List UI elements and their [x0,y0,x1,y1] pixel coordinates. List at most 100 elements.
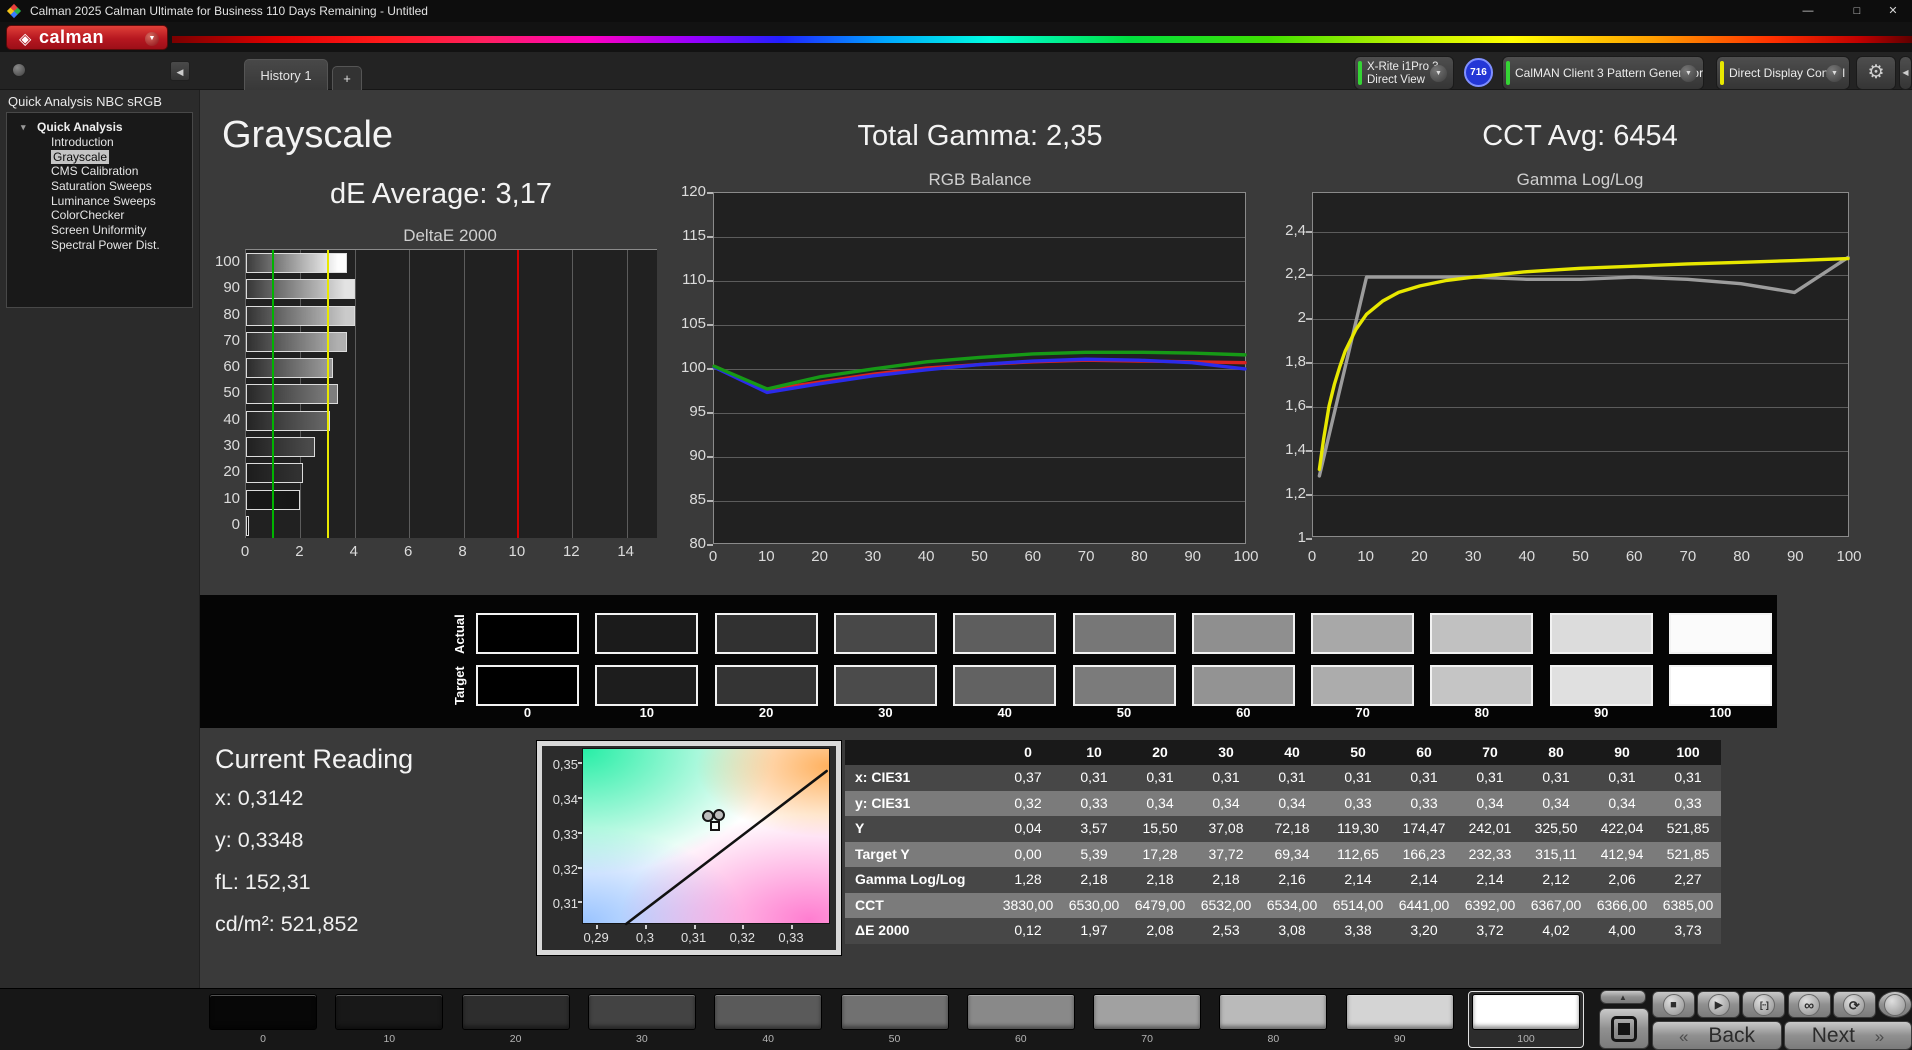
grayscale-swatch-band: Actual Target 0 10 20 30 40 50 60 70 80 90 100 [200,595,1777,728]
axis-tick-label: 0,33 [552,826,578,842]
actual-swatch-100 [1669,613,1772,654]
table-cell: 2,14 [1391,867,1457,893]
axis-tick-label: 0,31 [552,896,578,912]
sidebar-item-label[interactable]: Saturation Sweeps [51,179,152,193]
chevron-down-icon[interactable]: ▼ [1430,65,1447,82]
table-cell: 2,14 [1457,867,1523,893]
sidebar-item-label[interactable]: ColorChecker [51,208,124,222]
table-column-header: 70 [1457,740,1523,765]
sidebar-item-grayscale[interactable]: Grayscale [7,149,192,165]
pattern-level-button-60[interactable]: 60 [963,991,1079,1048]
pattern-swatch [1345,994,1454,1030]
pattern-level-label: 20 [509,1033,522,1045]
minimize-button[interactable]: — [1789,0,1827,22]
sidebar-item-spectral-power-dist[interactable]: Spectral Power Dist. [7,238,192,253]
sidebar-item-label[interactable]: CMS Calibration [51,164,138,178]
swatch-level-label: 70 [1355,705,1370,720]
sidebar-item-label[interactable]: Luminance Sweeps [51,194,156,208]
table-cell: 2,16 [1259,867,1325,893]
axis-tick-label: 100 [1836,548,1862,565]
swatch-level-label: 90 [1593,705,1609,720]
tab-add-button[interactable]: + [332,66,362,90]
table-column-header: 60 [1391,740,1457,765]
sidebar-item-introduction[interactable]: Introduction [7,135,192,150]
next-button[interactable]: Next » [1784,1021,1912,1050]
sidebar-item-label[interactable]: Spectral Power Dist. [51,238,160,252]
sidebar-item-saturation-sweeps[interactable]: Saturation Sweeps [7,179,192,194]
loop-icon: ∞ [1798,993,1821,1016]
sidebar-item-luminance-sweeps[interactable]: Luminance Sweeps [7,194,192,209]
target-swatch-50 [1072,665,1176,706]
pattern-generator-button[interactable]: CalMAN Client 3 Pattern Generator ▼ [1502,56,1704,90]
pattern-level-button-0[interactable]: 0 [205,991,321,1048]
pattern-level-button-30[interactable]: 30 [584,991,700,1048]
pattern-level-button-90[interactable]: 90 [1342,991,1458,1048]
chevron-down-icon[interactable]: ▼ [145,32,159,46]
pattern-level-button-40[interactable]: 40 [710,991,826,1048]
axis-tick-label: 2,2 [1285,265,1306,283]
tree-root-quick-analysis[interactable]: ▾ Quick Analysis [7,119,192,135]
pattern-swatch [335,994,444,1030]
table-cell: 3,20 [1391,918,1457,944]
measure-refresh-button[interactable]: ⟳ [1832,991,1876,1018]
settings-button[interactable]: ⚙ [1856,56,1896,90]
table-cell: 6392,00 [1457,892,1523,918]
sidebar-item-label[interactable]: Screen Uniformity [51,223,146,237]
sidebar-item-label[interactable]: Introduction [51,135,114,149]
measurement-point-icon [712,809,725,822]
maximize-button[interactable]: □ [1838,0,1876,22]
meter-selector-button[interactable]: X-Rite i1Pro 3 Direct View ▼ [1354,56,1454,90]
sidebar-item-colorchecker[interactable]: ColorChecker [7,208,192,223]
measure-play-button[interactable]: ▶ [1697,991,1741,1018]
deltae-bar [246,331,348,352]
display-control-button[interactable]: Direct Display Control ▼ [1716,56,1850,90]
sidebar-item-label[interactable]: Grayscale [51,149,110,164]
measure-continuous-button[interactable]: [··] [1742,991,1786,1018]
axis-tick-label: 2,4 [1285,221,1306,239]
pattern-level-button-10[interactable]: 10 [331,991,447,1048]
measure-loop-button[interactable]: ∞ [1787,991,1831,1018]
back-button[interactable]: « Back [1652,1021,1782,1050]
table-cell: 0,04 [995,816,1061,842]
axis-tick-label: 60 [1625,548,1643,565]
pattern-up-button[interactable]: ▲ [1600,990,1646,1004]
table-cell: 2,06 [1589,867,1655,893]
table-cell: 0,31 [1127,765,1193,791]
axis-tick-label: 8 [458,543,467,560]
measure-extra-button[interactable] [1878,991,1912,1018]
pattern-swatch [840,994,949,1030]
pattern-swatch [1219,994,1328,1030]
actual-row-label: Actual [452,614,467,654]
axis-tick-label: 80 [1131,548,1148,565]
pattern-window-button[interactable] [1599,1008,1649,1049]
measure-stop-button[interactable]: ■ [1652,991,1695,1018]
rgb-balance-chart [707,192,1247,546]
pattern-level-button-70[interactable]: 70 [1089,991,1205,1048]
rgb-x-axis: 0 10 20 30 40 50 60 70 80 90 100 [709,548,1259,566]
swatch-level-label: 40 [997,705,1012,720]
measurement-table: 0 10 20 30 40 50 60 70 80 90 100 x: CIE31 0,37 0,31 0,… [845,740,1721,944]
table-cell: 166,23 [1391,841,1457,867]
chevron-down-icon[interactable]: ▼ [1826,65,1843,82]
actual-swatch-60 [1191,613,1295,654]
tab-history-1[interactable]: History 1 [244,59,328,90]
deltae-bar [246,463,303,484]
axis-tick-label: 70 [223,331,240,349]
calman-menu-button[interactable]: ◈ calman ▼ [6,25,168,50]
close-button[interactable]: ✕ [1874,0,1912,22]
pattern-level-button-80[interactable]: 80 [1215,991,1331,1048]
pattern-level-button-100[interactable]: 100 [1468,991,1584,1048]
sidebar-item-cms-calibration[interactable]: CMS Calibration [7,164,192,179]
table-column-header: 0 [995,740,1061,765]
axis-tick [1306,230,1312,233]
sidebar-pin-button[interactable] [12,63,26,77]
pattern-level-button-50[interactable]: 50 [837,991,953,1048]
pattern-level-button-20[interactable]: 20 [458,991,574,1048]
sidebar-item-screen-uniformity[interactable]: Screen Uniformity [7,223,192,238]
sidebar-collapse-button[interactable]: ◀ [170,61,190,81]
table-cell: 0,00 [995,841,1061,867]
panel-collapse-right-button[interactable]: ◀ [1899,56,1912,90]
table-cell: 4,00 [1589,918,1655,944]
chevron-down-icon[interactable]: ▼ [1680,65,1697,82]
meter-badge[interactable]: 716 [1464,58,1493,87]
